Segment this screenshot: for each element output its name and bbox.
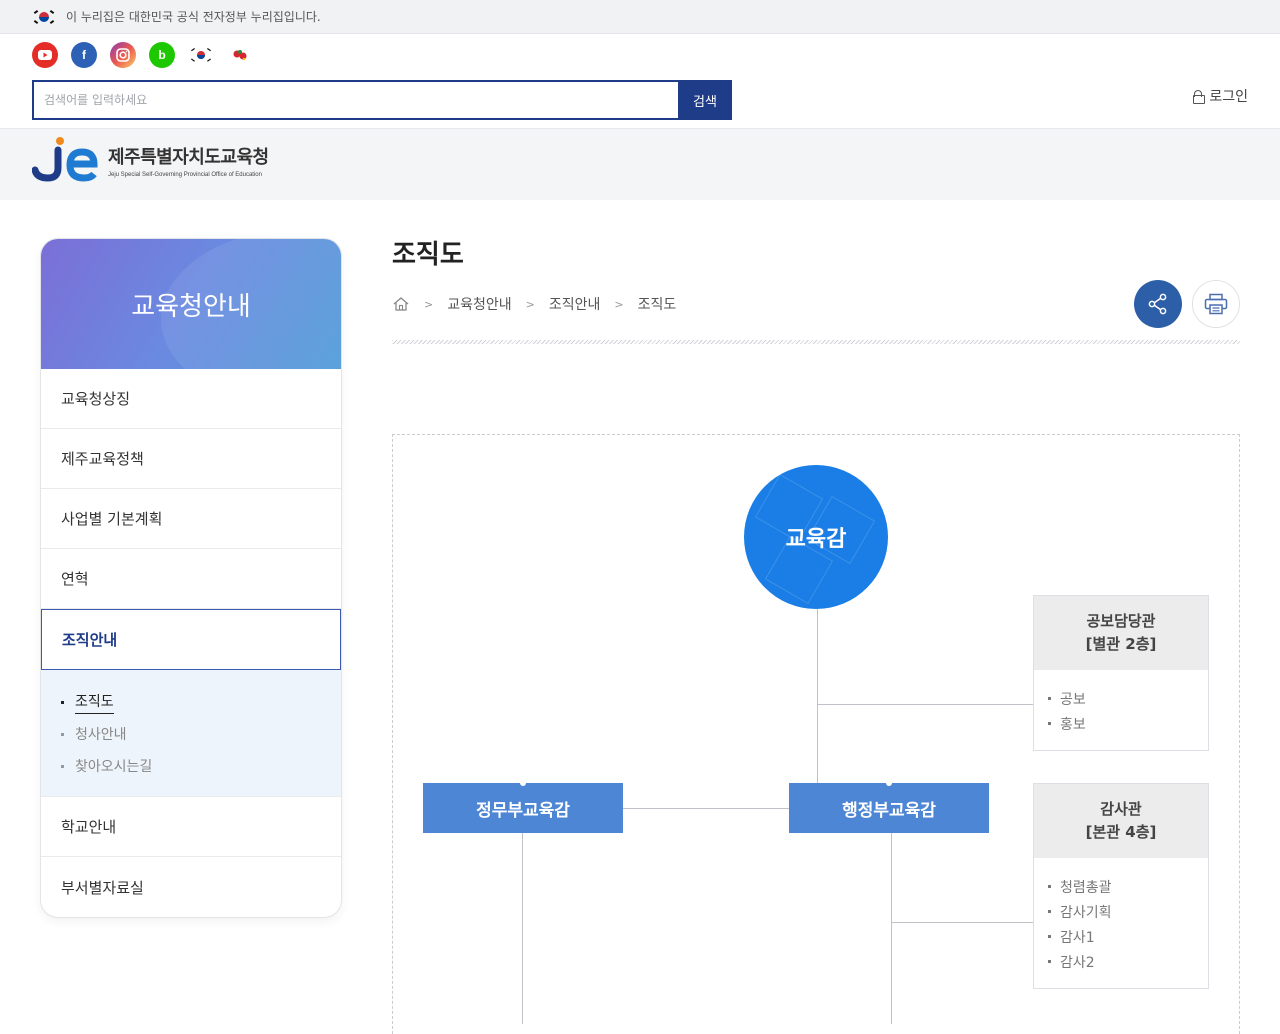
office-duty: 홍보 bbox=[1048, 711, 1208, 736]
instagram-icon[interactable] bbox=[110, 42, 136, 68]
org-office-audit[interactable]: 감사관 [본관 4층] 청렴총괄 감사기획 감사1 감사2 bbox=[1033, 783, 1209, 989]
je-logo-icon bbox=[31, 136, 98, 184]
share-icon bbox=[1148, 293, 1167, 315]
breadcrumb-item[interactable]: 조직안내 bbox=[549, 294, 601, 314]
taeguk-icon[interactable] bbox=[188, 42, 214, 68]
org-deputy-administrative[interactable]: 행정부교육감 bbox=[789, 780, 989, 833]
breadcrumb: > 교육청안내 > 조직안내 > 조직도 bbox=[392, 294, 676, 314]
org-office-pr[interactable]: 공보담당관 [별관 2층] 공보 홍보 bbox=[1033, 595, 1209, 751]
office-duty: 감사기획 bbox=[1048, 899, 1208, 924]
connector-line bbox=[623, 808, 789, 809]
sidebar-item-plans[interactable]: 사업별 기본계획 bbox=[41, 489, 341, 549]
office-duty: 감사2 bbox=[1048, 949, 1208, 974]
sidebar-item-archive[interactable]: 부서별자료실 bbox=[41, 857, 341, 917]
sidebar-title: 교육청안내 bbox=[41, 239, 341, 369]
search-bar: 검색 bbox=[32, 80, 732, 120]
site-logo[interactable]: 제주특별자치도교육청 Jeju Special Self-Governing P… bbox=[31, 136, 269, 184]
share-button[interactable] bbox=[1134, 280, 1182, 328]
submenu-item-building[interactable]: 청사안내 bbox=[61, 718, 341, 750]
org-chief-node[interactable]: 교육감 bbox=[744, 465, 888, 609]
sidebar: 교육청안내 교육청상징 제주교육정책 사업별 기본계획 연혁 조직안내 조직도 … bbox=[40, 238, 342, 918]
chevron-right-icon: > bbox=[614, 297, 624, 311]
logo-name-ko: 제주특별자치도교육청 bbox=[108, 146, 269, 168]
youtube-icon[interactable] bbox=[32, 42, 58, 68]
divider bbox=[392, 340, 1240, 344]
office-duty: 공보 bbox=[1048, 686, 1208, 711]
lock-icon bbox=[1193, 90, 1206, 104]
print-button[interactable] bbox=[1192, 280, 1240, 328]
connector-line bbox=[817, 609, 818, 784]
connector-line bbox=[522, 833, 523, 1024]
gov-banner-text: 이 누리집은 대한민국 공식 전자정부 누리집입니다. bbox=[66, 10, 321, 24]
submenu-item-org-chart[interactable]: 조직도 bbox=[61, 686, 341, 718]
org-deputy-political[interactable]: 정무부교육감 bbox=[423, 780, 623, 833]
search-input[interactable] bbox=[32, 80, 678, 120]
sidebar-item-schools[interactable]: 학교안내 bbox=[41, 797, 341, 857]
office-duty: 청렴총괄 bbox=[1048, 874, 1208, 899]
sidebar-item-policy[interactable]: 제주교육정책 bbox=[41, 429, 341, 489]
logo-name-en: Jeju Special Self-Governing Provincial O… bbox=[108, 171, 262, 178]
connector-line bbox=[817, 704, 1033, 705]
gov-banner: 이 누리집은 대한민국 공식 전자정부 누리집입니다. bbox=[0, 0, 1280, 34]
chevron-right-icon: > bbox=[525, 297, 535, 311]
office-duty: 감사1 bbox=[1048, 924, 1208, 949]
page-title: 조직도 bbox=[392, 240, 464, 270]
facebook-icon[interactable]: f bbox=[71, 42, 97, 68]
korea-flag-icon bbox=[33, 9, 55, 24]
office-title: 감사관 bbox=[1100, 800, 1142, 818]
login-link[interactable]: 로그인 bbox=[1193, 86, 1248, 106]
sidebar-item-history[interactable]: 연혁 bbox=[41, 549, 341, 609]
connector-line bbox=[891, 833, 892, 1024]
sidebar-item-organization[interactable]: 조직안내 bbox=[41, 609, 341, 670]
connector-line bbox=[891, 922, 1033, 923]
flower-icon[interactable] bbox=[227, 42, 253, 68]
chevron-right-icon: > bbox=[424, 297, 434, 311]
social-links: f b bbox=[32, 42, 253, 68]
blog-icon[interactable]: b bbox=[149, 42, 175, 68]
office-title: 공보담당관 bbox=[1086, 612, 1156, 630]
search-button[interactable]: 검색 bbox=[678, 80, 732, 120]
login-label: 로그인 bbox=[1209, 89, 1248, 105]
sidebar-item-symbol[interactable]: 교육청상징 bbox=[41, 369, 341, 429]
breadcrumb-item[interactable]: 조직도 bbox=[638, 294, 677, 314]
sidebar-submenu: 조직도 청사안내 찾아오시는길 bbox=[41, 670, 341, 797]
home-icon[interactable] bbox=[392, 296, 410, 312]
office-floor: [별관 2층] bbox=[1085, 635, 1157, 653]
print-icon bbox=[1204, 293, 1228, 315]
submenu-item-directions[interactable]: 찾아오시는길 bbox=[61, 750, 341, 782]
breadcrumb-item[interactable]: 교육청안내 bbox=[447, 294, 511, 314]
office-floor: [본관 4층] bbox=[1085, 823, 1157, 841]
